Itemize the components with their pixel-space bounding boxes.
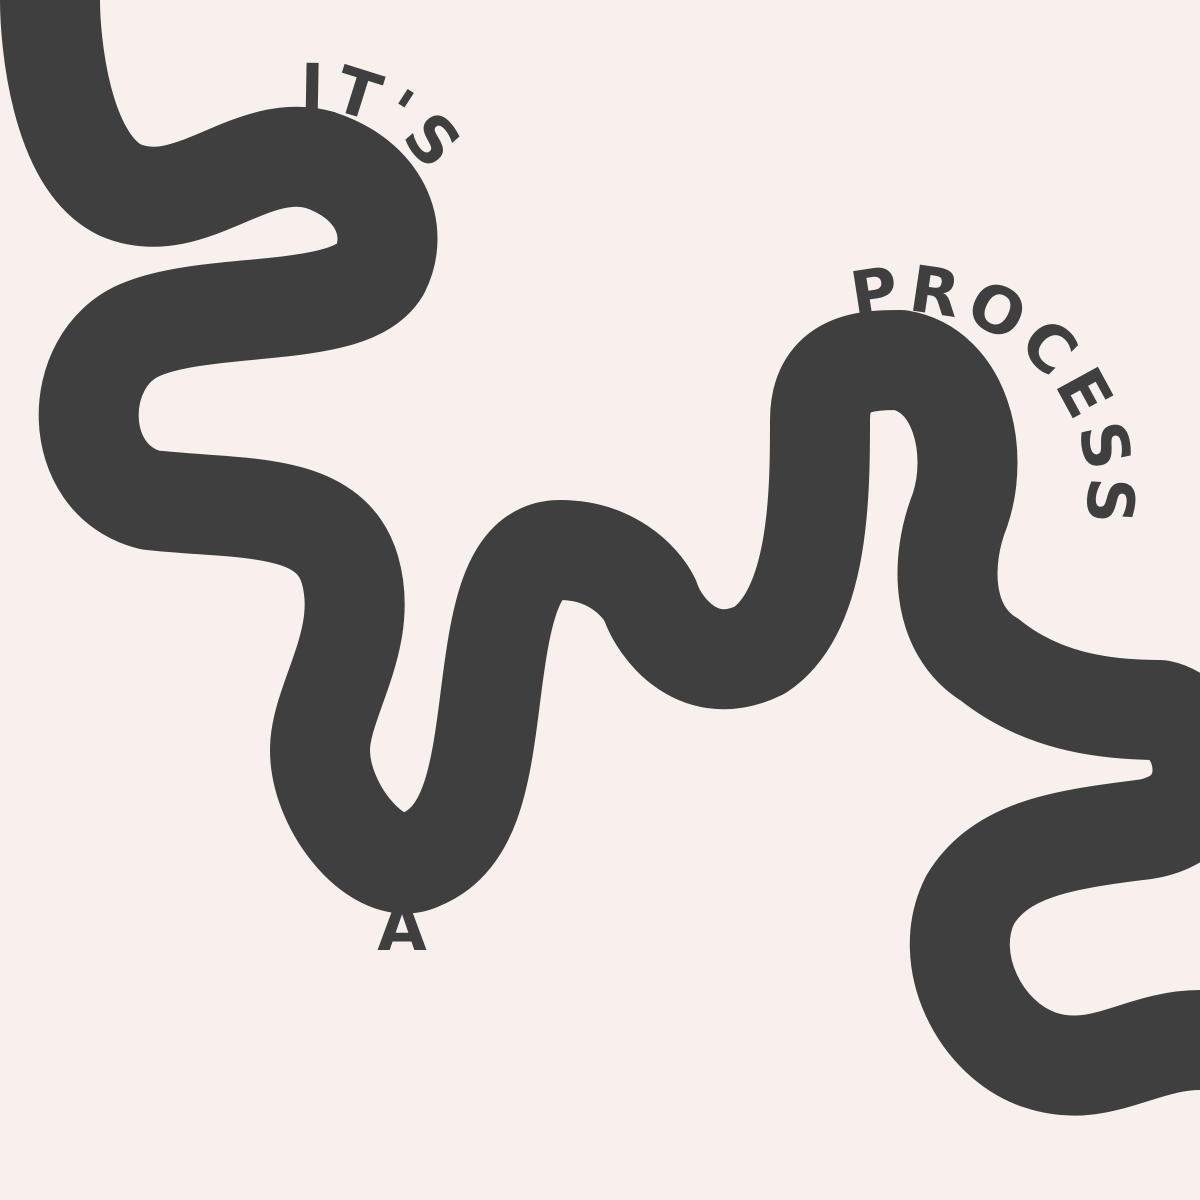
word-a: A <box>377 892 433 966</box>
artwork-svg: IT'S A PROCESS <box>0 0 1200 1116</box>
artwork-canvas: IT'S A PROCESS <box>0 0 1200 1200</box>
winding-snake-path <box>0 0 1200 1116</box>
